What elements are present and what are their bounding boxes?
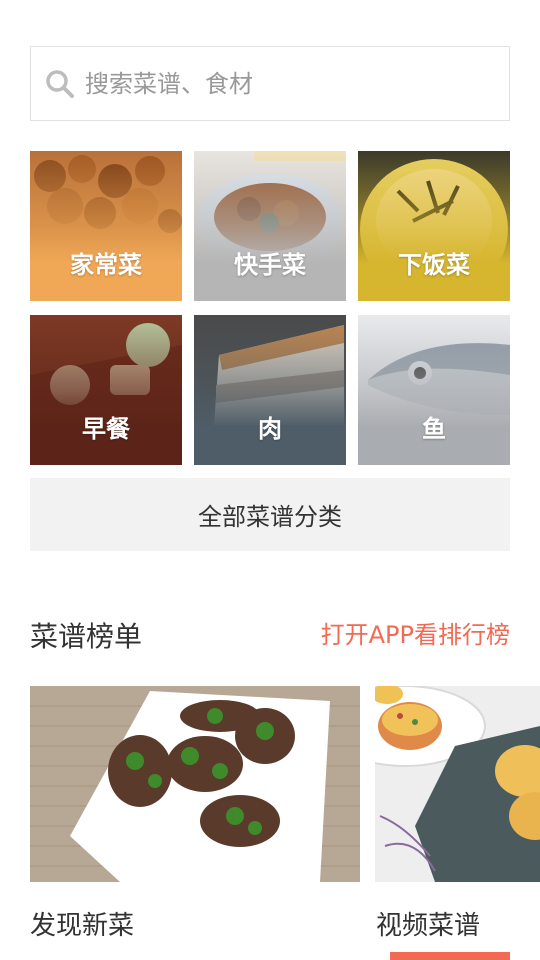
recipe-card-video[interactable]	[375, 686, 540, 882]
search-input[interactable]	[85, 69, 485, 98]
category-tile-fish[interactable]: 鱼	[358, 315, 510, 465]
card-title: 发现新菜	[30, 911, 135, 941]
category-tile-rice-dishes[interactable]: 下饭菜	[358, 151, 510, 301]
category-tile-quick-dishes[interactable]: 快手菜	[194, 151, 346, 301]
egg-muffin-photo	[375, 686, 540, 882]
recipe-card-discover[interactable]	[30, 686, 360, 882]
active-tab-marker	[390, 952, 510, 960]
category-tile-home-cooking[interactable]: 家常菜	[30, 151, 182, 301]
category-label: 下饭菜	[398, 251, 470, 279]
category-tile-breakfast[interactable]: 早餐	[30, 315, 182, 465]
section-title: 菜谱榜单	[30, 620, 143, 653]
card-title: 视频菜谱	[376, 911, 481, 941]
open-app-ranking-link[interactable]: 打开APP看排行榜	[321, 615, 510, 650]
category-label: 早餐	[82, 415, 130, 443]
category-label: 鱼	[422, 415, 446, 443]
category-label: 肉	[258, 415, 282, 443]
eggplant-dish-photo	[30, 686, 360, 882]
search-bar[interactable]	[30, 46, 510, 121]
all-categories-button[interactable]: 全部菜谱分类	[30, 478, 510, 551]
search-icon	[45, 69, 75, 99]
category-tile-meat[interactable]: 肉	[194, 315, 346, 465]
category-label: 家常菜	[70, 251, 142, 279]
category-label: 快手菜	[234, 251, 306, 279]
bottom-tab-indicator	[0, 950, 540, 960]
ranking-header: 菜谱榜单 打开APP看排行榜	[30, 615, 510, 655]
